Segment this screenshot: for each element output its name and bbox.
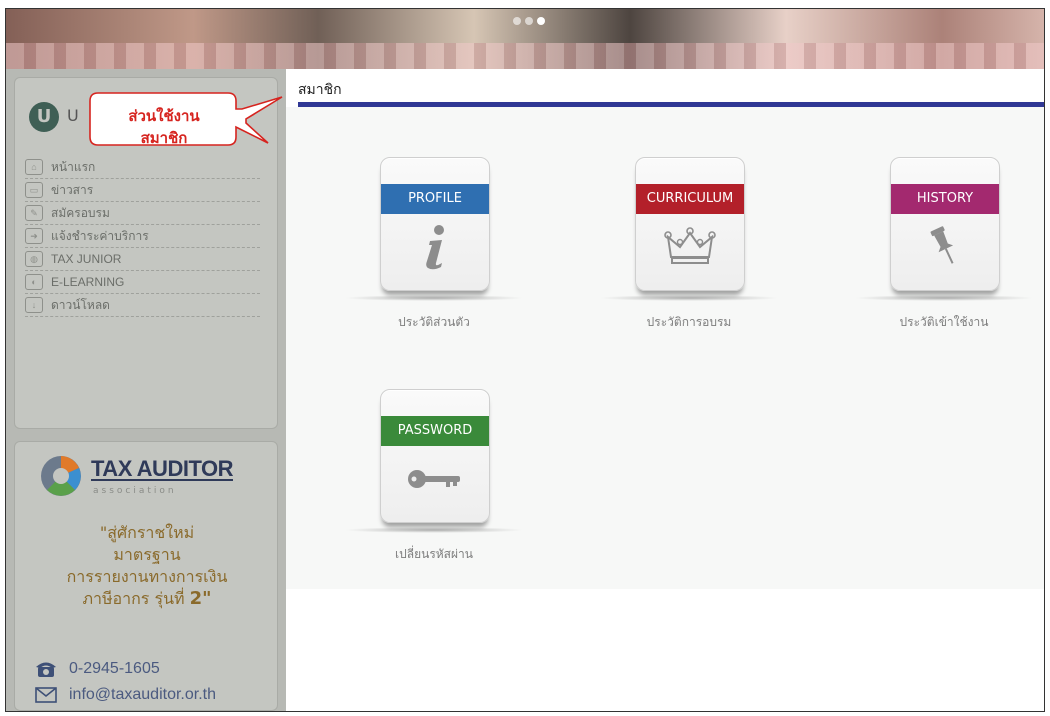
tile-caption[interactable]: ประวัติการอบรม [571,313,807,332]
banner-slide-indicator [513,17,545,25]
logo-subtitle: association [93,486,177,496]
promo-line-1: "สู่ศักราชใหม่ [99,523,195,542]
slide-dot[interactable] [513,17,521,25]
tile-history[interactable]: HISTORY ประวัติเข้าใช้งาน [826,117,1044,337]
pushpin-icon [891,220,999,274]
phone-number: 0-2945-1605 [69,660,160,677]
menu-header-label: U [67,106,79,125]
contact-phone[interactable]: 0-2945-1605 [35,660,160,678]
sidebar-item-home[interactable]: ⌂ หน้าแรก [25,156,260,179]
tile-card[interactable]: HISTORY [890,157,1000,291]
crown-icon [636,220,744,274]
tile-shadow [344,295,524,301]
tile-shadow [599,295,779,301]
promo-line-2: มาตรฐาน [113,545,181,564]
payment-icon: ➜ [25,228,43,244]
elearning-icon: ◐ [25,274,43,290]
info-icon [381,220,489,274]
page-frame: U U ⌂ หน้าแรก ▭ ข่าวสาร ✎ สมัครอบรม ➜ แจ… [5,8,1045,712]
tile-caption[interactable]: เปลี่ยนรหัสผ่าน [316,545,552,564]
download-icon: ↓ [25,297,43,313]
contact-email[interactable]: info@taxauditor.or.th [35,686,216,704]
tile-shadow [854,295,1034,301]
tax-auditor-logo-icon [41,456,81,496]
sidebar-item-payment[interactable]: ➜ แจ้งชำระค่าบริการ [25,225,260,248]
promo-text: "สู่ศักราชใหม่ มาตรฐาน การรายงานทางการเง… [15,522,279,610]
promo-line-3: การรายงานทางการเงิน [66,567,228,586]
tile-shadow [344,527,524,533]
tile-profile[interactable]: PROFILE ประวัติส่วนตัว [316,117,546,337]
sidebar-item-tax-junior[interactable]: ◍ TAX JUNIOR [25,248,260,271]
tile-caption[interactable]: ประวัติเข้าใช้งาน [826,313,1044,332]
phone-icon [35,660,57,678]
email-address: info@taxauditor.or.th [69,686,216,703]
sidebar-menu: ⌂ หน้าแรก ▭ ข่าวสาร ✎ สมัครอบรม ➜ แจ้งชำ… [25,156,260,317]
header-banner-image [6,9,1044,69]
tile-band-label: PASSWORD [381,416,489,446]
tile-card[interactable]: PROFILE [380,157,490,291]
member-tiles: PROFILE ประวัติส่วนตัว CURRICULUM ประวัต… [286,107,1044,587]
member-menu-box: U U ⌂ หน้าแรก ▭ ข่าวสาร ✎ สมัครอบรม ➜ แจ… [14,77,278,429]
tile-band-label: PROFILE [381,184,489,214]
tile-band-label: HISTORY [891,184,999,214]
sidebar-item-e-learning[interactable]: ◐ E-LEARNING [25,271,260,294]
news-icon: ▭ [25,182,43,198]
sidebar-item-label: ดาวน์โหลด [51,297,110,312]
page-title: สมาชิก [298,82,342,98]
tile-card[interactable]: CURRICULUM [635,157,745,291]
tile-caption[interactable]: ประวัติส่วนตัว [316,313,552,332]
sidebar-item-label: TAX JUNIOR [51,252,122,266]
sidebar-item-label: ข่าวสาร [51,182,94,197]
sidebar-item-label: E-LEARNING [51,275,125,289]
group-icon: ◍ [25,251,43,267]
slide-dot-active[interactable] [537,17,545,25]
sidebar-item-label: แจ้งชำระค่าบริการ [51,228,149,243]
promo-box: TAX AUDITOR association "สู่ศักราชใหม่ ม… [14,441,278,711]
promo-line-4-prefix: ภาษีอากร รุ่นที่ [82,589,190,608]
key-icon [381,452,489,506]
sidebar: U U ⌂ หน้าแรก ▭ ข่าวสาร ✎ สมัครอบรม ➜ แจ… [6,69,286,711]
sidebar-item-register[interactable]: ✎ สมัครอบรม [25,202,260,225]
home-icon: ⌂ [25,159,43,175]
sidebar-item-download[interactable]: ↓ ดาวน์โหลด [25,294,260,317]
tile-band-label: CURRICULUM [636,184,744,214]
main-content: สมาชิก PROFILE ประวัติส่วนตัว CURRICULUM… [286,69,1044,712]
slide-dot[interactable] [525,17,533,25]
register-icon: ✎ [25,205,43,221]
sidebar-item-news[interactable]: ▭ ข่าวสาร [25,179,260,202]
mail-icon [35,686,57,704]
logo-title: TAX AUDITOR [91,456,233,481]
user-icon: U [29,102,59,132]
horizontal-scrollbar[interactable] [286,711,438,712]
promo-line-4: ภาษีอากร รุ่นที่ 2" [15,588,279,610]
sidebar-item-label: หน้าแรก [51,159,96,174]
tile-password[interactable]: PASSWORD เปลี่ยนรหัสผ่าน [316,349,546,569]
tile-card[interactable]: PASSWORD [380,389,490,523]
promo-line-4-number: 2" [189,588,212,609]
tile-curriculum[interactable]: CURRICULUM ประวัติการอบรม [571,117,801,337]
sidebar-item-label: สมัครอบรม [51,205,110,220]
